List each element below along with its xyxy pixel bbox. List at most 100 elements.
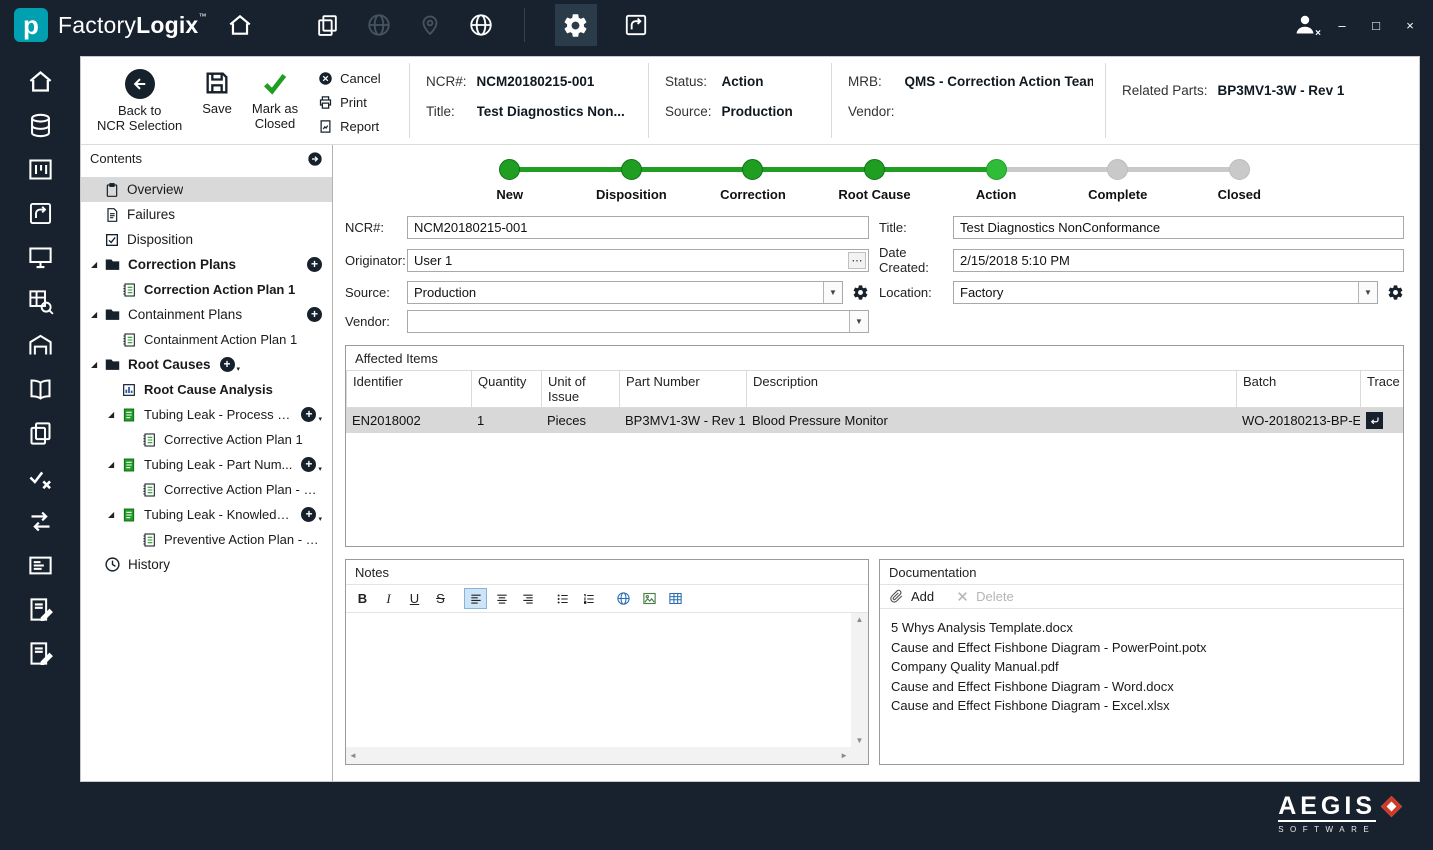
maximize-button[interactable]: □ (1367, 18, 1385, 33)
minimize-button[interactable]: – (1333, 18, 1351, 33)
bold-icon[interactable]: B (351, 588, 374, 609)
tree-item-correction-plans[interactable]: ◢ Correction Plans + (81, 252, 332, 277)
source-dropdown[interactable]: Production ▼ (407, 281, 843, 304)
vendor-dropdown[interactable]: ▼ (407, 310, 869, 333)
cell-part-number[interactable]: BP3MV1-3W - Rev 1 (619, 408, 746, 433)
bullet-list-icon[interactable] (551, 588, 574, 609)
back-to-ncr-selection-button[interactable]: Back to NCR Selection (97, 69, 182, 133)
tree-item-corrective-action-plan-1[interactable]: Corrective Action Plan 1 (81, 427, 332, 452)
mark-as-closed-button[interactable]: Mark as Closed (252, 69, 298, 131)
nav-database-icon[interactable] (27, 112, 54, 139)
logoff-user-icon[interactable]: × (1293, 13, 1321, 39)
title-input[interactable]: Test Diagnostics NonConformance (953, 216, 1404, 239)
notes-editor[interactable] (346, 613, 851, 747)
tree-item-disposition[interactable]: Disposition (81, 227, 332, 252)
add-root-cause-button[interactable]: + (219, 357, 235, 372)
document-item[interactable]: Company Quality Manual.pdf (891, 657, 1392, 677)
add-action-plan-caret-icon[interactable]: ▾ (318, 515, 322, 527)
cancel-button[interactable]: Cancel (318, 71, 381, 86)
documents-icon[interactable] (315, 13, 340, 38)
report-button[interactable]: Report (318, 119, 380, 134)
tree-item-history[interactable]: History (81, 552, 332, 577)
cell-identifier[interactable]: EN2018002 (346, 408, 471, 433)
expander-icon[interactable]: ◢ (89, 310, 104, 319)
dropdown-arrow-icon[interactable]: ▼ (1358, 282, 1377, 303)
location-settings-gear-icon[interactable] (1387, 284, 1404, 301)
strikethrough-icon[interactable]: S (429, 588, 452, 609)
save-button[interactable]: Save (202, 69, 232, 116)
nav-warehouse-icon[interactable] (27, 332, 54, 359)
document-item[interactable]: 5 Whys Analysis Template.docx (891, 618, 1392, 638)
insert-link-icon[interactable] (612, 588, 635, 609)
add-containment-plan-button[interactable]: + (307, 307, 322, 322)
network-icon[interactable] (366, 12, 392, 38)
trace-icon[interactable] (1366, 412, 1383, 429)
add-correction-plan-button[interactable]: + (307, 257, 322, 272)
document-item[interactable]: Cause and Effect Fishbone Diagram - Powe… (891, 638, 1392, 658)
cell-description[interactable]: Blood Pressure Monitor (746, 408, 1236, 433)
tree-item-root-cause-analysis[interactable]: Root Cause Analysis (81, 377, 332, 402)
add-document-button[interactable]: Add (889, 589, 934, 604)
column-header[interactable]: Quantity (471, 370, 541, 408)
column-header[interactable]: Description (746, 370, 1236, 408)
delete-document-button[interactable]: Delete (956, 589, 1014, 604)
align-left-icon[interactable] (464, 588, 487, 609)
add-action-plan-caret-icon[interactable]: ▾ (318, 415, 322, 427)
insert-image-icon[interactable] (638, 588, 661, 609)
tree-item-correction-action-plan-1[interactable]: Correction Action Plan 1 (81, 277, 332, 302)
tree-item-failures[interactable]: Failures (81, 202, 332, 227)
align-center-icon[interactable] (490, 588, 513, 609)
tree-item-tubing-leak-part[interactable]: ◢ Tubing Leak - Part Num... + ▾ (81, 452, 332, 477)
vertical-scrollbar[interactable]: ▲ ▼ (851, 613, 868, 747)
underline-icon[interactable]: U (403, 588, 426, 609)
history-undo-icon[interactable] (623, 12, 649, 38)
document-item[interactable]: Cause and Effect Fishbone Diagram - Word… (891, 677, 1392, 697)
add-action-plan-button[interactable]: + (301, 457, 317, 472)
add-action-plan-caret-icon[interactable]: ▾ (318, 465, 322, 477)
add-action-plan-button[interactable]: + (301, 407, 317, 422)
home-icon[interactable] (227, 12, 253, 38)
nav-copy-icon[interactable] (27, 420, 54, 447)
nav-documentation-icon[interactable] (27, 376, 54, 403)
location-pin-icon[interactable] (418, 13, 442, 37)
date-created-input[interactable]: 2/15/2018 5:10 PM (953, 248, 1404, 272)
column-header[interactable]: Unit of Issue (541, 370, 619, 408)
cell-batch[interactable]: WO-20180213-BP-EN (1236, 408, 1360, 433)
tree-item-tubing-leak-process[interactable]: ◢ Tubing Leak - Process R... + ▾ (81, 402, 332, 427)
add-action-plan-button[interactable]: + (301, 507, 317, 522)
expander-icon[interactable]: ◢ (89, 360, 104, 369)
tree-item-tubing-leak-knowledge[interactable]: ◢ Tubing Leak - Knowledg... + ▾ (81, 502, 332, 527)
nav-data-query-icon[interactable] (27, 288, 54, 315)
column-header[interactable]: Batch (1236, 370, 1360, 408)
add-root-cause-caret-icon[interactable]: ▾ (237, 365, 241, 377)
dropdown-arrow-icon[interactable]: ▼ (849, 311, 868, 332)
numbered-list-icon[interactable] (577, 588, 600, 609)
column-header[interactable]: Part Number (619, 370, 746, 408)
print-button[interactable]: Print (318, 95, 380, 110)
tree-item-root-causes[interactable]: ◢ Root Causes + ▾ (81, 352, 332, 377)
close-button[interactable]: × (1401, 18, 1419, 33)
nav-workstation-icon[interactable] (27, 244, 54, 271)
nav-document-edit2-icon[interactable] (27, 640, 54, 667)
document-item[interactable]: Cause and Effect Fishbone Diagram - Exce… (891, 696, 1392, 716)
ncr-input[interactable]: NCM20180215-001 (407, 216, 869, 239)
dropdown-arrow-icon[interactable]: ▼ (823, 282, 842, 303)
tree-item-preventive-action-plan-k[interactable]: Preventive Action Plan - K... (81, 527, 332, 552)
nav-transfer-icon[interactable] (27, 508, 54, 535)
expander-icon[interactable]: ◢ (106, 460, 121, 469)
location-dropdown[interactable]: Factory ▼ (953, 281, 1378, 304)
tree-item-overview[interactable]: Overview (81, 177, 332, 202)
italic-icon[interactable]: I (377, 588, 400, 609)
cell-trace[interactable] (1360, 408, 1403, 433)
cell-unit[interactable]: Pieces (541, 408, 619, 433)
nav-board-icon[interactable] (27, 156, 54, 183)
cell-quantity[interactable]: 1 (471, 408, 541, 433)
collapse-panel-icon[interactable] (307, 151, 323, 167)
tree-item-containment-action-plan-1[interactable]: Containment Action Plan 1 (81, 327, 332, 352)
nav-home-icon[interactable] (27, 68, 54, 95)
expander-icon[interactable]: ◢ (89, 260, 104, 269)
nav-quality-check-icon[interactable] (27, 464, 54, 491)
nav-card-icon[interactable] (27, 552, 54, 579)
nav-document-edit-icon[interactable] (27, 596, 54, 623)
nav-refresh-icon[interactable] (27, 200, 54, 227)
